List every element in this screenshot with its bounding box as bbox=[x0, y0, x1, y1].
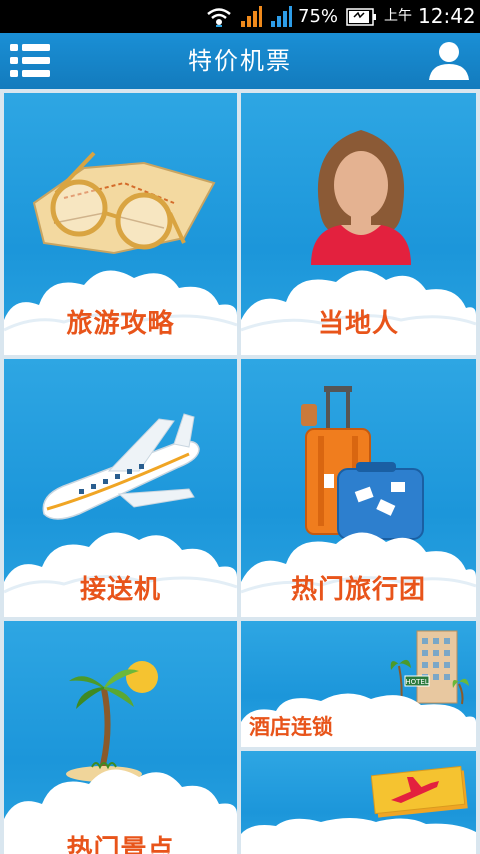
tile-airport-transfer[interactable]: 接送机 bbox=[4, 359, 237, 617]
tile-popular-attractions[interactable]: 热门景点 bbox=[4, 621, 237, 854]
woman-avatar-icon bbox=[311, 130, 411, 265]
tile-label-airport-transfer: 接送机 bbox=[79, 575, 161, 605]
app-bar: 特价机票 bbox=[0, 33, 480, 89]
wifi-icon bbox=[207, 8, 231, 27]
hotel-sign-text: HOTEL bbox=[405, 678, 428, 686]
signal-icon-1 bbox=[241, 6, 262, 27]
am-pm: 上午 bbox=[384, 8, 412, 24]
flight-ticket-icon bbox=[371, 765, 468, 818]
signal-icon-2 bbox=[271, 6, 292, 27]
tile-flight-tickets[interactable] bbox=[241, 751, 476, 854]
tile-popular-tours[interactable]: 热门旅行团 bbox=[241, 359, 476, 617]
status-bar: 75% 上午 12:42 bbox=[0, 0, 480, 33]
user-profile-button[interactable] bbox=[428, 40, 470, 82]
tile-label-travel-guide: 旅游攻略 bbox=[66, 309, 175, 339]
tile-label-popular-attractions: 热门景点 bbox=[66, 835, 175, 854]
airplane-icon bbox=[42, 413, 200, 520]
user-profile-icon bbox=[429, 42, 469, 80]
tile-locals[interactable]: 当地人 bbox=[241, 93, 476, 355]
battery-percent: 75% bbox=[298, 6, 339, 27]
battery-icon bbox=[346, 8, 376, 26]
tile-label-locals: 当地人 bbox=[317, 309, 399, 339]
tile-label-popular-tours: 热门旅行团 bbox=[290, 575, 426, 605]
clock: 12:42 bbox=[418, 4, 476, 28]
map-glasses-icon bbox=[32, 151, 216, 255]
tile-label-hotel-chains: 酒店连锁 bbox=[249, 715, 333, 739]
tile-travel-guide[interactable]: 旅游攻略 bbox=[4, 93, 237, 355]
tile-hotel-chains[interactable]: HOTEL 酒店连锁 bbox=[241, 621, 476, 747]
page-title: 特价机票 bbox=[188, 47, 292, 75]
luggage-icon bbox=[301, 386, 424, 540]
cloud-decoration bbox=[241, 818, 476, 854]
